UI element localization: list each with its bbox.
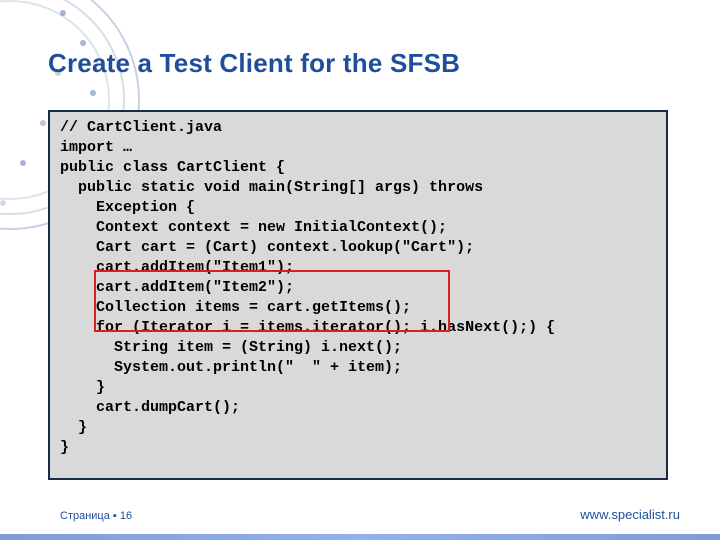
code-line: Exception { — [60, 199, 195, 216]
footer-page-number: 16 — [120, 510, 132, 522]
code-line: Collection items = cart.getItems(); — [60, 299, 411, 316]
code-line: Cart cart = (Cart) context.lookup("Cart"… — [60, 239, 474, 256]
code-line: cart.addItem("Item2"); — [60, 279, 294, 296]
footer-bullet: ▪ — [113, 510, 117, 522]
code-line: cart.dumpCart(); — [60, 399, 240, 416]
footer-page: Страница ▪ 16 — [60, 510, 132, 522]
slide: Create a Test Client for the SFSB // Car… — [0, 0, 720, 540]
code-block: // CartClient.java import … public class… — [48, 110, 668, 480]
code-line: import … — [60, 139, 132, 156]
code-line: System.out.println(" " + item); — [60, 359, 402, 376]
code-line: // CartClient.java — [60, 119, 222, 136]
code-line: public class CartClient { — [60, 159, 285, 176]
code-line: cart.addItem("Item1"); — [60, 259, 294, 276]
code-line: } — [60, 439, 69, 456]
footer-site: www.specialist.ru — [580, 507, 680, 522]
footer-page-label: Страница — [60, 510, 113, 522]
code-line: for (Iterator i = items.iterator(); i.ha… — [60, 319, 555, 336]
footer-bar — [0, 534, 720, 540]
code-line: Context context = new InitialContext(); — [60, 219, 447, 236]
code-line: } — [60, 379, 105, 396]
code-line: String item = (String) i.next(); — [60, 339, 402, 356]
code-line: public static void main(String[] args) t… — [60, 179, 483, 196]
code-line: } — [60, 419, 87, 436]
slide-title: Create a Test Client for the SFSB — [48, 48, 460, 79]
